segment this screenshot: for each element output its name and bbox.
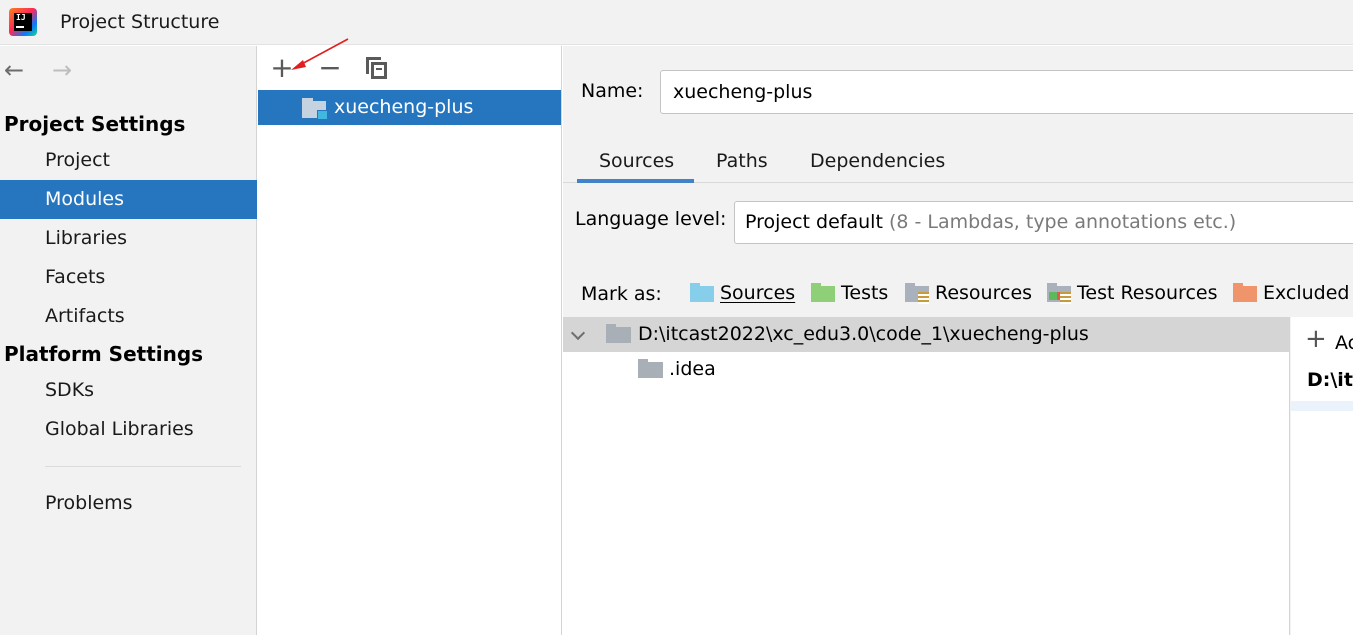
test-resources-folder-icon	[1047, 283, 1071, 304]
modules-list-pane: + − xuecheng-plus	[258, 46, 562, 635]
resources-folder-icon	[905, 283, 929, 304]
section-project-settings: Project Settings	[4, 112, 186, 136]
title-bar: IJ Project Structure	[0, 0, 1353, 45]
sources-folder-icon	[690, 283, 714, 302]
language-level-hint: (8 - Lambdas, type annotations etc.)	[888, 211, 1237, 233]
module-name: xuecheng-plus	[334, 96, 474, 118]
folder-icon	[638, 359, 663, 378]
copy-module-icon[interactable]	[366, 57, 388, 79]
tab-dependencies[interactable]: Dependencies	[810, 150, 945, 172]
mark-resources-button[interactable]: Resources	[905, 278, 1032, 308]
tree-root-path: D:\itcast2022\xc_edu3.0\code_1\xuecheng-…	[638, 323, 1089, 345]
mark-excluded-label: Excluded	[1263, 282, 1350, 304]
add-content-root-icon[interactable]: +	[1305, 326, 1327, 352]
tab-paths[interactable]: Paths	[716, 150, 768, 172]
content-root-highlight	[1291, 401, 1353, 411]
sidebar-item-global-libraries[interactable]: Global Libraries	[0, 410, 257, 449]
name-label: Name:	[581, 80, 644, 102]
mark-tests-label: Tests	[841, 282, 889, 304]
mark-tests-button[interactable]: Tests	[811, 278, 888, 308]
intellij-logo-icon: IJ	[9, 8, 37, 36]
module-folder-icon	[302, 98, 328, 120]
mark-resources-label: Resources	[935, 282, 1033, 304]
language-level-label: Language level:	[575, 208, 727, 230]
tree-child-idea[interactable]: .idea	[669, 358, 716, 380]
language-level-select[interactable]: Project default (8 - Lambdas, type annot…	[734, 201, 1353, 244]
tab-bar: Sources Paths Dependencies	[563, 142, 1353, 183]
module-detail-pane: Name: xuecheng-plus Sources Paths Depend…	[563, 46, 1353, 635]
forward-arrow-icon[interactable]: →	[52, 58, 72, 82]
sidebar-item-libraries[interactable]: Libraries	[0, 219, 257, 258]
content-roots-panel: + Ac D:\itc	[1291, 317, 1353, 635]
window-title: Project Structure	[60, 11, 220, 33]
add-content-root-label[interactable]: Ac	[1335, 332, 1353, 354]
section-platform-settings: Platform Settings	[4, 342, 204, 366]
sidebar-item-sdks[interactable]: SDKs	[0, 371, 257, 410]
active-tab-indicator	[577, 179, 694, 183]
excluded-folder-icon	[1233, 283, 1257, 302]
mark-sources-label: Sources	[720, 282, 796, 304]
content-tree: D:\itcast2022\xc_edu3.0\code_1\xuecheng-…	[563, 317, 1290, 635]
mark-test-resources-label: Test Resources	[1077, 282, 1218, 304]
content-root-path: D:\itc	[1307, 369, 1353, 391]
sidebar-item-facets[interactable]: Facets	[0, 258, 257, 297]
module-list-item[interactable]: xuecheng-plus	[258, 90, 561, 125]
mark-excluded-button[interactable]: Excluded	[1233, 278, 1350, 308]
sidebar-item-modules[interactable]: Modules	[0, 180, 257, 219]
mark-as-label: Mark as:	[581, 283, 662, 305]
tab-sources[interactable]: Sources	[599, 150, 674, 172]
mark-test-resources-button[interactable]: Test Resources	[1047, 278, 1218, 308]
tests-folder-icon	[811, 283, 835, 302]
red-arrow-annotation	[291, 38, 349, 70]
settings-sidebar: ← → Project Settings Project Modules Lib…	[0, 46, 257, 635]
tree-root-row[interactable]: D:\itcast2022\xc_edu3.0\code_1\xuecheng-…	[563, 317, 1290, 352]
chevron-down-icon[interactable]	[570, 325, 586, 341]
module-name-input[interactable]: xuecheng-plus	[660, 70, 1353, 114]
sidebar-item-artifacts[interactable]: Artifacts	[0, 297, 257, 336]
mark-sources-button[interactable]: Sources	[690, 278, 795, 308]
folder-icon	[606, 324, 631, 343]
sidebar-divider	[45, 466, 241, 467]
sidebar-item-project[interactable]: Project	[0, 141, 257, 180]
back-arrow-icon[interactable]: ←	[4, 58, 24, 82]
language-level-value: Project default	[745, 211, 883, 233]
sidebar-item-problems[interactable]: Problems	[0, 484, 257, 523]
